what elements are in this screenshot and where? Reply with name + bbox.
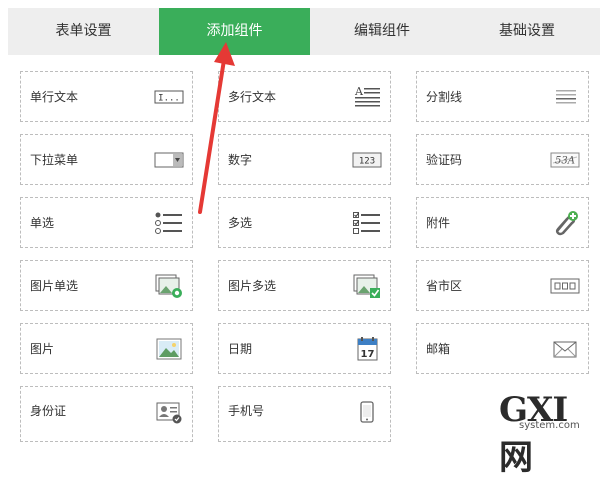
component-label: 下拉菜单 — [30, 153, 79, 167]
component-single-line-text[interactable]: 单行文本 I... — [20, 71, 193, 122]
component-label: 省市区 — [426, 279, 463, 293]
component-label: 单选 — [30, 216, 55, 230]
component-label: 身份证 — [30, 404, 67, 418]
component-phone[interactable]: 手机号 — [218, 386, 391, 442]
tab-edit-component[interactable]: 编辑组件 — [310, 8, 454, 55]
component-region[interactable]: 省市区 — [416, 260, 589, 311]
svg-text:17: 17 — [361, 349, 375, 360]
component-label: 多行文本 — [228, 90, 277, 104]
watermark-brand: GXI网 — [499, 390, 568, 478]
component-label: 验证码 — [426, 153, 463, 167]
svg-text:123: 123 — [359, 157, 375, 167]
component-label: 日期 — [228, 342, 253, 356]
calendar-icon: 17 — [352, 336, 382, 362]
component-id-card[interactable]: 身份证 — [20, 386, 193, 442]
component-attachment[interactable]: 附件 — [416, 197, 589, 248]
tab-form-settings[interactable]: 表单设置 — [8, 8, 159, 55]
multi-line-text-icon: A — [352, 84, 382, 110]
number-icon: 123 — [352, 147, 382, 173]
component-image-checkbox[interactable]: 图片多选 — [218, 260, 391, 311]
component-label: 附件 — [426, 216, 451, 230]
component-label: 多选 — [228, 216, 253, 230]
component-image[interactable]: 图片 — [20, 323, 193, 374]
divider-icon — [550, 84, 580, 110]
component-label: 图片多选 — [228, 279, 277, 293]
component-label: 图片 — [30, 342, 55, 356]
image-icon — [154, 336, 184, 362]
dropdown-icon — [154, 147, 184, 173]
image-radio-icon — [154, 273, 184, 299]
svg-text:I...: I... — [158, 94, 180, 104]
svg-text:A: A — [354, 85, 364, 98]
component-image-radio[interactable]: 图片单选 — [20, 260, 193, 311]
watermark-logo: GXI网 system.com — [499, 390, 599, 478]
mail-icon — [550, 336, 580, 362]
component-radio[interactable]: 单选 — [20, 197, 193, 248]
tab-bar: 表单设置 添加组件 编辑组件 基础设置 — [8, 8, 600, 55]
component-number[interactable]: 数字 123 — [218, 134, 391, 185]
captcha-icon: 53A — [550, 147, 580, 173]
svg-text:53A: 53A — [555, 156, 575, 167]
component-label: 图片单选 — [30, 279, 79, 293]
attachment-icon — [550, 210, 580, 236]
component-checkbox[interactable]: 多选 — [218, 197, 391, 248]
tab-basic-settings[interactable]: 基础设置 — [454, 8, 600, 55]
checkbox-list-icon — [352, 210, 382, 236]
watermark-domain: system.com — [519, 420, 580, 431]
region-icon — [550, 273, 580, 299]
single-line-text-icon: I... — [154, 84, 184, 110]
component-date[interactable]: 日期 17 — [218, 323, 391, 374]
id-card-icon — [154, 399, 184, 425]
component-dropdown[interactable]: 下拉菜单 — [20, 134, 193, 185]
phone-icon — [352, 399, 382, 425]
component-email[interactable]: 邮箱 — [416, 323, 589, 374]
component-label: 分割线 — [426, 90, 463, 104]
component-multi-line-text[interactable]: 多行文本 A — [218, 71, 391, 122]
image-checkbox-icon — [352, 273, 382, 299]
component-label: 数字 — [228, 153, 253, 167]
component-label: 邮箱 — [426, 342, 451, 356]
radio-list-icon — [154, 210, 184, 236]
component-label: 单行文本 — [30, 90, 79, 104]
component-captcha[interactable]: 验证码 53A — [416, 134, 589, 185]
component-divider[interactable]: 分割线 — [416, 71, 589, 122]
tab-add-component[interactable]: 添加组件 — [159, 8, 310, 55]
component-label: 手机号 — [228, 404, 265, 418]
